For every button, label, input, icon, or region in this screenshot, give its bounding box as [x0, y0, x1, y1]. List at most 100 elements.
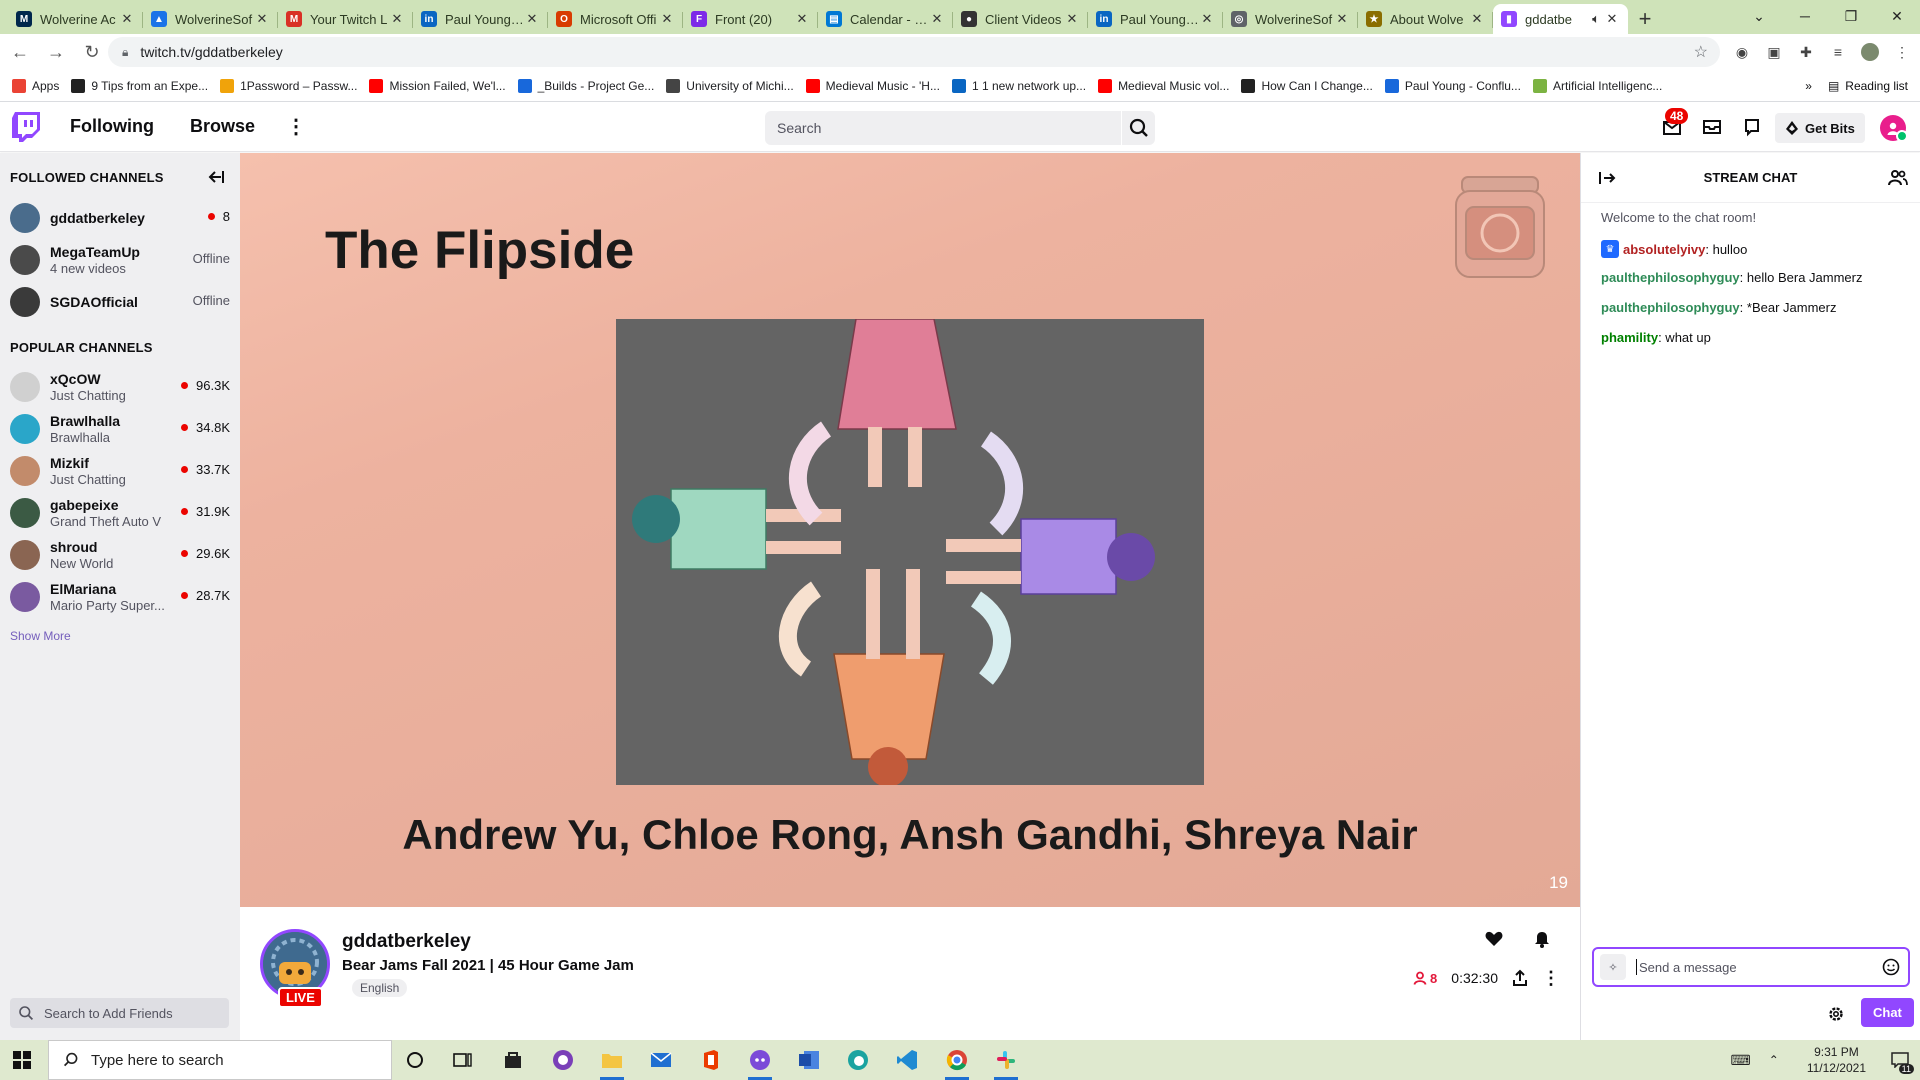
chat-username[interactable]: absolutelyivy [1623, 242, 1705, 257]
nav-following-link[interactable]: Following [70, 116, 154, 137]
bookmark-item[interactable]: Paul Young - Conflu... [1384, 78, 1521, 93]
channel-name[interactable]: gddatberkeley [342, 931, 471, 953]
reading-list-button[interactable]: ▤ Reading list [1828, 79, 1908, 93]
chat-username[interactable]: paulthephilosophyguy [1601, 270, 1740, 285]
chrome-icon[interactable] [937, 1044, 977, 1080]
sidebar-channel-item[interactable]: ElMariana Mario Party Super... 28.7K [0, 576, 240, 618]
browser-tab[interactable]: O Microsoft Offi ✕ [548, 4, 683, 34]
bookmark-item[interactable]: Mission Failed, We'l... [369, 78, 506, 93]
browser-tab[interactable]: ▤ Calendar - Pa ✕ [818, 4, 953, 34]
twitch-search-input[interactable]: Search [765, 111, 1121, 145]
tab-audio-icon[interactable]: 🔈︎ [1588, 11, 1604, 27]
sidebar-channel-item[interactable]: shroud New World 29.6K [0, 534, 240, 576]
chat-settings-button[interactable] [1821, 999, 1851, 1029]
sidebar-channel-item[interactable]: gddatberkeley 8 [0, 197, 240, 239]
browser-tab[interactable]: M Wolverine Ac ✕ [8, 4, 143, 34]
sparkle-icon[interactable]: ✧ [1600, 954, 1626, 980]
minimize-button[interactable]: ─ [1782, 0, 1828, 32]
office-icon[interactable] [691, 1044, 731, 1076]
bookmark-item[interactable]: Artificial Intelligenc... [1532, 78, 1662, 93]
browser-tab[interactable]: F Front (20) ✕ [683, 4, 818, 34]
chat-message-input[interactable]: ✧ Send a message [1592, 947, 1910, 987]
more-actions-icon[interactable]: ⋮ [1542, 968, 1560, 989]
sidebar-channel-item[interactable]: Brawlhalla Brawlhalla 34.8K [0, 408, 240, 450]
bookmark-item[interactable]: 9 Tips from an Expe... [71, 78, 208, 93]
bookmark-star-icon[interactable]: ☆ [1694, 42, 1708, 62]
task-view-icon[interactable] [443, 1044, 483, 1076]
keyboard-icon[interactable]: ⌨ [1731, 1052, 1751, 1069]
sidebar-channel-item[interactable]: Mizkif Just Chatting 33.7K [0, 450, 240, 492]
twitch-logo-icon[interactable] [12, 112, 40, 142]
whispers-icon[interactable] [1740, 115, 1764, 139]
whispers-inbox-icon[interactable] [1700, 115, 1724, 139]
sidebar-channel-item[interactable]: gabepeixe Grand Theft Auto V 31.9K [0, 492, 240, 534]
mail-icon[interactable] [641, 1044, 681, 1076]
tab-active[interactable]: ▮ gddatbe 🔈︎ ✕ [1493, 4, 1628, 34]
extensions-puzzle-icon[interactable]: ✚ [1794, 38, 1818, 66]
file-explorer-icon[interactable] [592, 1044, 632, 1080]
windows-start-icon[interactable] [13, 1051, 31, 1069]
browser-tab[interactable]: ● Client Videos ✕ [953, 4, 1088, 34]
close-tab-icon[interactable]: ✕ [1064, 11, 1080, 27]
user-avatar[interactable] [1880, 115, 1908, 142]
close-tab-icon[interactable]: ✕ [1199, 11, 1215, 27]
extension-screen-icon[interactable]: ▣ [1762, 38, 1786, 66]
close-tab-icon[interactable]: ✕ [929, 11, 945, 27]
word-icon[interactable] [789, 1044, 829, 1076]
notifications-bell-button[interactable] [1524, 921, 1560, 957]
bookmark-item[interactable]: 1 1 new network up... [951, 78, 1086, 93]
browser-tab[interactable]: M Your Twitch L ✕ [278, 4, 413, 34]
bookmark-item[interactable]: How Can I Change... [1241, 78, 1373, 93]
vscode-icon[interactable] [887, 1044, 927, 1076]
close-tab-icon[interactable]: ✕ [794, 11, 810, 27]
bookmark-item[interactable]: 1Password – Passw... [220, 78, 357, 93]
new-tab-button[interactable]: + [1628, 4, 1662, 34]
tray-expand-icon[interactable]: ⌃ [1769, 1053, 1779, 1067]
bookmark-item[interactable]: _Builds - Project Ge... [517, 78, 654, 93]
follow-heart-button[interactable] [1476, 921, 1512, 957]
more-bookmarks-icon[interactable]: » [1805, 79, 1812, 93]
nav-browse-link[interactable]: Browse [190, 116, 255, 137]
slack-icon[interactable] [986, 1044, 1026, 1080]
sidebar-channel-item[interactable]: MegaTeamUp 4 new videos Offline [0, 239, 240, 281]
action-center-icon[interactable]: 11 [1880, 1040, 1920, 1080]
profile-avatar-icon[interactable] [1858, 38, 1882, 66]
search-button[interactable] [1121, 111, 1155, 145]
browser-tab[interactable]: ★ About Wolve ✕ [1358, 4, 1493, 34]
discord-icon[interactable] [740, 1044, 780, 1080]
extension-1password-icon[interactable]: ◉ [1730, 38, 1754, 66]
bookmark-item[interactable]: Apps [12, 78, 59, 93]
cortana-icon[interactable] [395, 1044, 435, 1076]
close-tab-icon[interactable]: ✕ [119, 11, 135, 27]
close-tab-icon[interactable]: ✕ [1469, 11, 1485, 27]
close-tab-icon[interactable]: ✕ [1604, 11, 1620, 27]
more-options-icon[interactable]: ⋮ [286, 114, 306, 139]
get-bits-button[interactable]: Get Bits [1775, 113, 1865, 143]
bookmark-item[interactable]: Medieval Music vol... [1098, 78, 1229, 93]
back-button[interactable]: ← [4, 36, 36, 68]
collapse-sidebar-icon[interactable] [206, 167, 226, 187]
forward-button[interactable]: → [40, 36, 72, 68]
community-users-icon[interactable] [1888, 168, 1908, 188]
video-player[interactable]: The Flipside Andrew Yu, Chloe Rong, Ansh… [240, 153, 1580, 907]
close-tab-icon[interactable]: ✕ [524, 11, 540, 27]
chat-username[interactable]: paulthephilosophyguy [1601, 300, 1740, 315]
close-tab-icon[interactable]: ✕ [254, 11, 270, 27]
sidebar-channel-item[interactable]: SGDAOfficial Offline [0, 281, 240, 323]
taskbar-search-box[interactable]: Type here to search [48, 1040, 392, 1080]
address-bar[interactable]: 🔒︎ twitch.tv/gddatberkeley ☆ [108, 37, 1720, 67]
close-tab-icon[interactable]: ✕ [659, 11, 675, 27]
bookmark-item[interactable]: University of Michi... [666, 78, 794, 93]
emote-picker-icon[interactable] [1882, 958, 1900, 976]
browser-tab[interactable]: ◎ WolverineSof ✕ [1223, 4, 1358, 34]
microsoft-store-icon[interactable] [493, 1044, 533, 1076]
prime-badge-icon[interactable]: ♛ [1601, 240, 1619, 258]
github-desktop-icon[interactable] [543, 1044, 583, 1076]
browser-tab[interactable]: in Paul Young | L ✕ [413, 4, 548, 34]
share-button[interactable] [1512, 969, 1528, 987]
restore-button[interactable]: ❐ [1828, 0, 1874, 32]
close-window-button[interactable]: ✕ [1874, 0, 1920, 32]
close-tab-icon[interactable]: ✕ [1334, 11, 1350, 27]
send-chat-button[interactable]: Chat [1861, 998, 1914, 1027]
taskbar-clock[interactable]: 9:31 PM 11/12/2021 [1807, 1044, 1866, 1076]
